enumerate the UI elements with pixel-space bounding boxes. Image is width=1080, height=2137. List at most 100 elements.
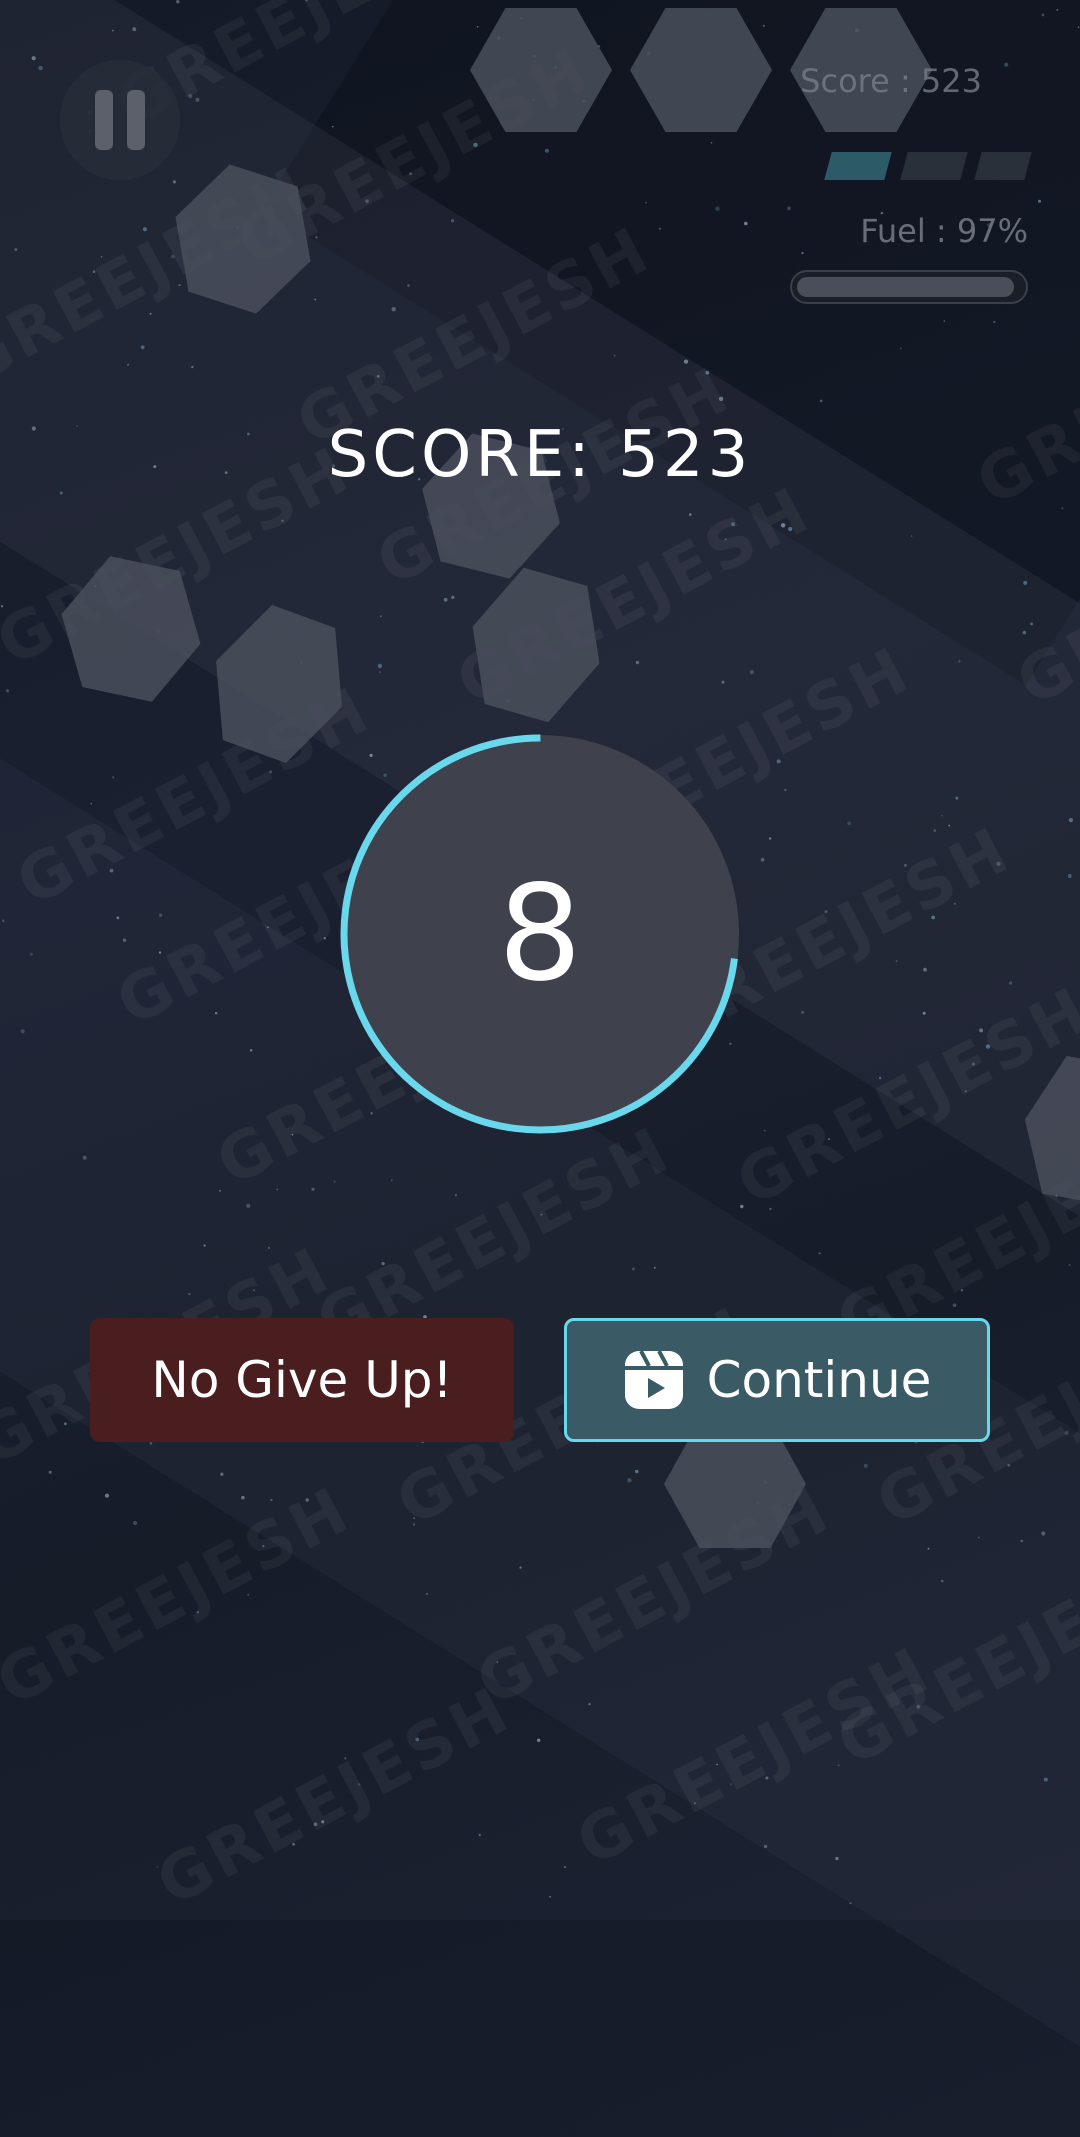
star (653, 1266, 656, 1269)
star (1007, 1463, 1011, 1467)
star (111, 29, 114, 32)
star (1067, 874, 1072, 878)
star (749, 670, 754, 675)
star (357, 1783, 361, 1786)
star (149, 312, 152, 315)
star (344, 1757, 347, 1760)
star (378, 671, 381, 673)
star (824, 910, 828, 914)
star (519, 1566, 522, 1569)
star (549, 1896, 551, 1898)
star (689, 513, 692, 516)
star (960, 1288, 964, 1292)
star (863, 1463, 868, 1468)
star (955, 796, 959, 800)
pause-button[interactable] (60, 60, 180, 180)
star (705, 370, 710, 375)
star (715, 206, 720, 211)
star (281, 519, 284, 522)
progress-segment (974, 152, 1032, 180)
give-up-label: No Give Up! (151, 1351, 453, 1409)
continue-button[interactable]: Continue (564, 1318, 990, 1442)
star (819, 399, 823, 403)
star (314, 298, 317, 301)
star (971, 1062, 975, 1066)
star (82, 1155, 87, 1160)
star (100, 255, 103, 258)
star (718, 396, 724, 401)
star (923, 967, 927, 972)
star (142, 227, 147, 232)
star (149, 1442, 153, 1445)
star (827, 1138, 830, 1141)
star (948, 824, 951, 827)
star (241, 1495, 245, 1500)
star (563, 1865, 567, 1869)
star (140, 345, 145, 350)
star (740, 1204, 744, 1209)
pause-icon (127, 90, 145, 150)
star (413, 1517, 416, 1520)
star (849, 1902, 852, 1905)
star (634, 1469, 639, 1474)
star (178, 284, 181, 287)
star (635, 660, 640, 665)
star (451, 595, 455, 599)
star (847, 821, 851, 826)
star (291, 1133, 294, 1136)
star (1041, 1531, 1046, 1536)
countdown-timer: 8 (340, 734, 740, 1134)
star (780, 523, 786, 528)
star (247, 1593, 250, 1596)
reels-play-icon (624, 1350, 683, 1409)
star (191, 365, 194, 369)
star (331, 125, 334, 128)
star (64, 1422, 67, 1426)
star (172, 180, 176, 184)
star (763, 1129, 766, 1132)
star (768, 837, 772, 840)
give-up-button[interactable]: No Give Up! (90, 1318, 514, 1442)
star (801, 251, 804, 255)
star (391, 307, 396, 312)
star (305, 0, 308, 2)
star (6, 689, 10, 693)
star (292, 1842, 295, 1846)
star (443, 597, 448, 602)
star (694, 1802, 696, 1804)
star (1077, 26, 1080, 29)
star (544, 148, 549, 153)
progress-segment (824, 152, 892, 180)
star (311, 1187, 315, 1191)
star (540, 1213, 543, 1216)
star (38, 65, 43, 71)
star (964, 1090, 967, 1093)
star (454, 1193, 458, 1197)
star (377, 663, 383, 669)
star (613, 354, 616, 357)
star (1020, 1539, 1024, 1543)
star (104, 1493, 110, 1498)
star (1022, 630, 1027, 635)
star (940, 1579, 944, 1583)
fuel-bar-fill (797, 277, 1014, 297)
star (122, 938, 127, 942)
star (588, 1703, 591, 1706)
star (333, 1180, 336, 1183)
star (931, 915, 935, 920)
star (729, 1783, 733, 1786)
star (996, 861, 1001, 866)
star (29, 952, 33, 956)
star (716, 1763, 718, 1766)
star (721, 680, 725, 684)
star (645, 201, 647, 204)
star (1038, 199, 1041, 203)
star (762, 24, 765, 27)
star (496, 1661, 499, 1663)
star (927, 1547, 930, 1550)
star (313, 1822, 318, 1827)
star (710, 142, 713, 144)
star (188, 94, 193, 99)
star (412, 1523, 416, 1526)
star (407, 284, 410, 287)
